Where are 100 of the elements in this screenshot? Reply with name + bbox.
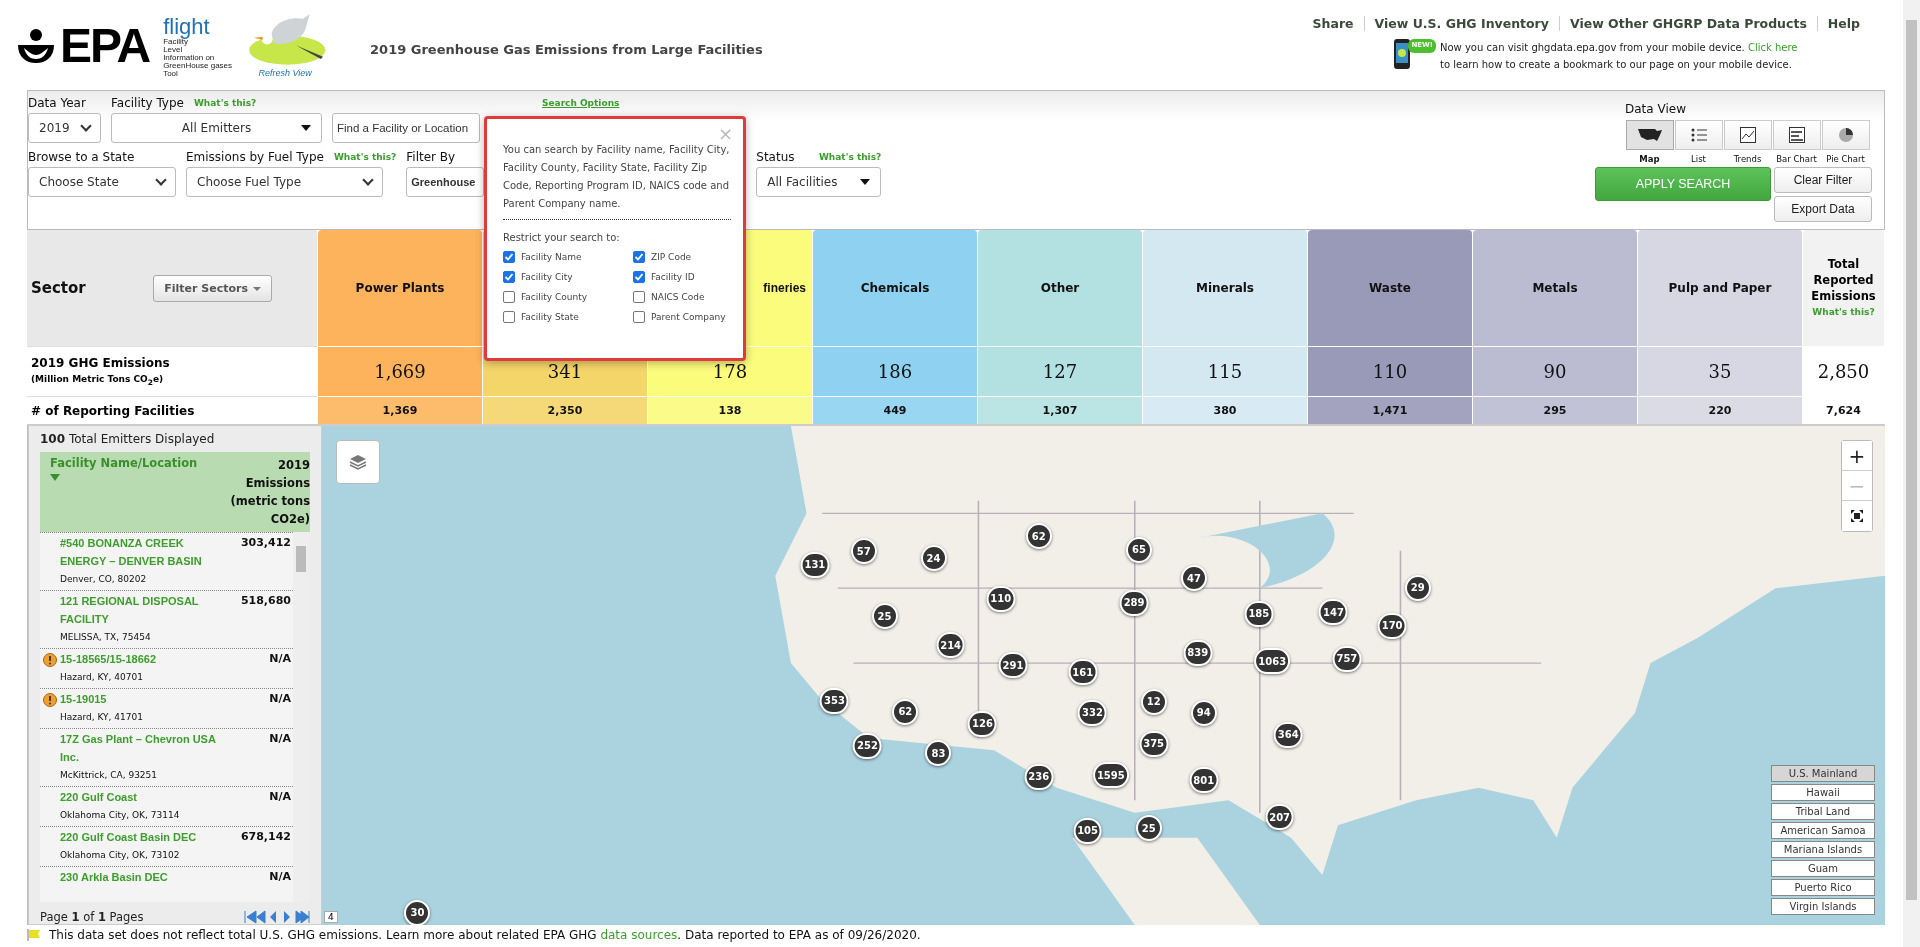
field-label: Filter By [406, 149, 456, 165]
facility-emissions: N/A [268, 869, 292, 885]
mobile-notice: Now you can visit ghgdata.epa.gov from your mobile device. Click here to learn how to create a bookmark to our page on your mobile device. [1440, 41, 1799, 72]
facility-emissions: 303,412 [239, 535, 292, 551]
search-field-checkbox[interactable]: Parent Company [633, 311, 731, 323]
facility-location: Oklahoma City, OK, 73102 [60, 849, 181, 862]
facility-location: Denver, CO, 80202 [60, 573, 148, 586]
facility-emissions: N/A [268, 691, 292, 707]
page-title: 2019 Greenhouse Gas Emissions from Large Facilities [370, 41, 763, 57]
data-year-select[interactable]: 2019 [28, 113, 101, 143]
facility-emissions: N/A [268, 789, 292, 805]
region-button[interactable]: Puerto Rico [1771, 879, 1875, 896]
region-button[interactable]: Tribal Land [1771, 803, 1875, 820]
filter-by-select[interactable]: Greenhouse [406, 167, 485, 197]
emissions-value-cell: 90 [1473, 346, 1638, 396]
total-label: Total Reported Emissions [1810, 256, 1877, 304]
facility-location: Hazard, KY, 40701 [60, 671, 144, 684]
trend-chart-icon [1739, 127, 1756, 143]
warning-icon [43, 693, 57, 707]
flight-logo-text: flight [163, 16, 211, 38]
layers-button[interactable] [336, 440, 380, 484]
acronym-text: Information on [163, 54, 216, 62]
sector-name-cell[interactable]: Other [978, 230, 1143, 346]
field-label: Facility Type [111, 95, 184, 111]
bar-chart-icon [1788, 127, 1805, 143]
page-indicator: Page 1 of 1 Pages [40, 910, 144, 924]
field-label: Data Year [28, 95, 86, 111]
acronym-text: GreenHouse gases [163, 62, 233, 70]
nav-link[interactable]: View Other GHGRP Data Products [1558, 16, 1817, 31]
data-view-label: Data View [1625, 101, 1686, 117]
sector-name-cell[interactable]: Waste [1308, 230, 1473, 346]
search-field-checkbox[interactable]: Facility State [503, 311, 633, 323]
pie-chart-icon [1837, 127, 1854, 143]
region-button[interactable]: Mariana Islands [1771, 841, 1875, 858]
facility-emissions: N/A [268, 651, 292, 667]
list-icon [1690, 128, 1707, 142]
search-field-checkbox[interactable]: NAICS Code [633, 291, 731, 303]
nav-link[interactable]: Share [1302, 16, 1364, 31]
emissions-value-cell: 115 [1143, 346, 1308, 396]
nav-link[interactable]: Help [1816, 16, 1860, 31]
phone-icon [1394, 39, 1411, 69]
refresh-view-link[interactable]: Refresh View [258, 68, 312, 78]
facility-count-cell: 220 [1638, 396, 1803, 424]
region-button[interactable]: American Samoa [1771, 822, 1875, 839]
pager-arrows-icon[interactable] [244, 910, 310, 924]
sector-name-cell[interactable]: Chemicals [813, 230, 978, 346]
emissions-value-cell: 110 [1308, 346, 1473, 396]
facility-location: Oklahoma City, OK, 73114 [60, 809, 181, 822]
field-label: Emissions by Fuel Type [186, 149, 324, 165]
clear-filter-button[interactable]: Clear Filter [1774, 167, 1872, 193]
state-select[interactable]: Choose State [28, 167, 176, 197]
facility-location: MELISSA, TX, 75454 [60, 631, 152, 644]
whats-this-link[interactable]: What's this? [818, 149, 882, 165]
search-field-checkbox[interactable]: Facility ID [633, 271, 731, 283]
emissions-value-cell: 35 [1638, 346, 1803, 396]
status-select[interactable]: All Facilities [756, 167, 882, 197]
search-field-checkbox[interactable]: Facility Name [503, 251, 633, 263]
region-button[interactable]: Guam [1771, 860, 1875, 877]
sector-name-cell[interactable]: Power Plants [318, 230, 483, 346]
fuel-type-select[interactable]: Choose Fuel Type [186, 167, 383, 197]
search-help-text: You can search by Facility name, Facility City, Facility County, Facility State, Facility Zip Code, Reporting Program ID, NAICS code and Parent Company name. [503, 143, 731, 211]
search-field-checkbox[interactable]: ZIP Code [633, 251, 731, 263]
click-here-link[interactable]: Click here [1747, 42, 1798, 53]
nav-link[interactable]: View U.S. GHG Inventory [1363, 16, 1559, 31]
region-button[interactable]: U.S. Mainland [1771, 765, 1875, 782]
emissions-label: 2019 GHG Emissions [31, 356, 170, 371]
emissions-value-cell: 186 [813, 346, 978, 396]
facility-count-cell: 138 [648, 396, 813, 424]
field-label: Browse to a State [28, 149, 135, 165]
us-map-icon [1636, 127, 1663, 143]
search-field-checkbox[interactable]: Facility City [503, 271, 633, 283]
search-field[interactable]: Find a Facility or Location [332, 113, 480, 143]
flag-icon [27, 928, 41, 941]
map-scale-label: 4 [324, 911, 338, 923]
sort-arrow-icon[interactable] [50, 474, 60, 481]
sector-name-cell[interactable]: Minerals [1143, 230, 1308, 346]
sector-name-cell[interactable]: Metals [1473, 230, 1638, 346]
sector-title: Sector [31, 279, 86, 297]
facility-count-cell: 449 [813, 396, 978, 424]
zoom-in-button[interactable]: + [1842, 441, 1872, 471]
warning-icon [43, 653, 57, 667]
page-scrollbar[interactable] [1903, 0, 1920, 947]
whats-this-link[interactable]: What's this? [333, 149, 397, 165]
restrict-label: Restrict your search to: [503, 232, 620, 243]
filter-sectors-button[interactable]: Filter Sectors [153, 274, 272, 302]
facility-type-select[interactable]: All Emitters [111, 113, 322, 143]
region-button[interactable]: Virgin Islands [1771, 898, 1875, 915]
export-data-button[interactable]: Export Data [1774, 196, 1872, 222]
layers-icon [348, 452, 368, 472]
sector-name-cell[interactable]: Pulp and Paper [1638, 230, 1803, 346]
fullscreen-icon [1851, 510, 1863, 522]
facility-count-cell: 2,350 [483, 396, 648, 424]
acronym-text: Tool [163, 70, 179, 78]
region-button[interactable]: Hawaii [1771, 784, 1875, 801]
emissions-value-cell: 1,669 [318, 346, 483, 396]
search-field-checkbox[interactable]: Facility County [503, 291, 633, 303]
facility-emissions: 678,142 [239, 829, 292, 845]
facility-count-cell: 1,471 [1308, 396, 1473, 424]
facility-count-cell: 1,369 [318, 396, 483, 424]
facility-count-cell: 380 [1143, 396, 1308, 424]
